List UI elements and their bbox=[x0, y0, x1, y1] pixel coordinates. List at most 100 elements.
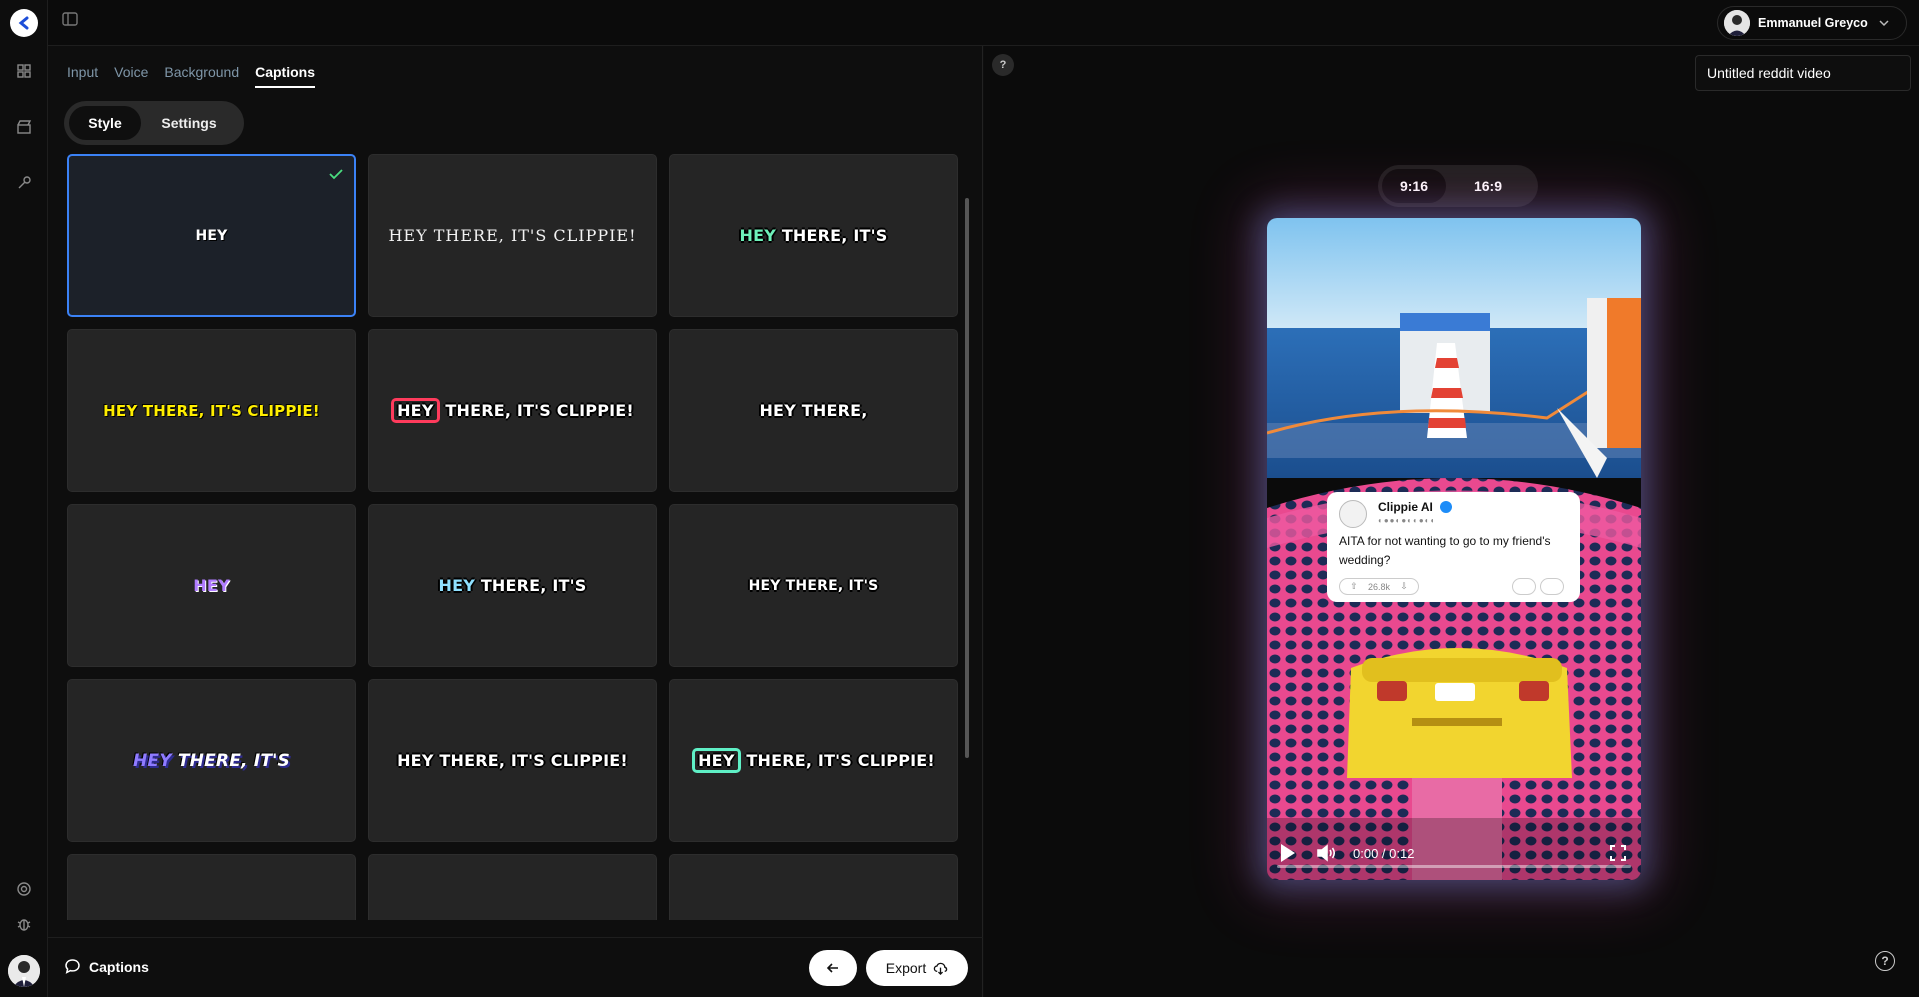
caption-style-card[interactable]: HEY THERE, IT'S CLIPPIE! bbox=[368, 154, 657, 317]
caption-style-card[interactable]: HEY bbox=[67, 154, 356, 317]
caption-highlight: HEY bbox=[739, 226, 777, 245]
app-root: Emmanuel Greyco Input Voice Background C… bbox=[0, 0, 1919, 997]
check-icon bbox=[329, 169, 343, 180]
bug-icon[interactable] bbox=[12, 912, 36, 936]
progress-bar[interactable] bbox=[1277, 865, 1631, 868]
caption-style-card[interactable]: HEY THERE, IT'S CLIPPIE! bbox=[368, 329, 657, 492]
clapperboard-icon[interactable] bbox=[12, 115, 36, 139]
verified-badge-icon bbox=[1440, 501, 1452, 513]
caption-highlight: HEY bbox=[133, 750, 172, 771]
tab-captions[interactable]: Captions bbox=[255, 64, 315, 88]
caption-style-card[interactable]: HEY THERE, IT'S bbox=[368, 504, 657, 667]
caption-style-card[interactable]: HEY THERE, IT'S CLIPPIE! bbox=[67, 329, 356, 492]
sidebar-toggle-icon[interactable] bbox=[61, 10, 79, 28]
user-menu[interactable]: Emmanuel Greyco bbox=[1717, 6, 1907, 40]
video-preview[interactable]: Clippie AI ◐●●◐●◐◐●◐◐ AITA for not wanti… bbox=[1267, 218, 1641, 880]
rail-avatar[interactable] bbox=[8, 955, 40, 987]
caption-preview: HEY THERE, IT'S bbox=[740, 226, 888, 245]
help-circle-icon[interactable]: ? bbox=[1875, 951, 1895, 971]
playback-time: 0:00 / 0:12 bbox=[1353, 846, 1415, 861]
tools-icon[interactable] bbox=[12, 171, 36, 195]
help-button[interactable]: ? bbox=[992, 54, 1014, 76]
caption-highlight: HEY bbox=[391, 398, 440, 423]
post-avatar bbox=[1339, 500, 1367, 528]
caption-style-grid: HEY HEY THERE, IT'S CLIPPIE! HEY THERE, … bbox=[67, 154, 959, 920]
editor-bottom-bar: Captions Export bbox=[48, 937, 983, 997]
player-controls: 0:00 / 0:12 bbox=[1267, 820, 1641, 880]
vote-bar: ⇧ 26.8k ⇩ bbox=[1339, 578, 1419, 595]
ratio-16-9-button[interactable]: 16:9 bbox=[1446, 169, 1530, 203]
top-bar: Emmanuel Greyco bbox=[48, 0, 1919, 46]
caption-preview: HEY THERE, IT'S CLIPPIE! bbox=[692, 748, 935, 773]
post-author: Clippie AI bbox=[1378, 500, 1433, 514]
caption-style-card[interactable]: HEY THERE, bbox=[669, 329, 958, 492]
caption-preview: HEY THERE, bbox=[759, 401, 868, 420]
caption-preview: HEY THERE, IT'S CLIPPIE! bbox=[388, 226, 637, 245]
caption-highlight: HEY bbox=[438, 576, 476, 595]
editor-tabs: Input Voice Background Captions bbox=[67, 64, 315, 88]
logo-icon bbox=[18, 16, 29, 30]
caption-style-card[interactable]: HEY THERE, IT'S CLIPPIE! bbox=[368, 679, 657, 842]
share-icon bbox=[1540, 578, 1564, 595]
editor-panel: Input Voice Background Captions Style Se… bbox=[48, 46, 983, 997]
dashboard-icon[interactable] bbox=[12, 59, 36, 83]
comment-icon bbox=[1512, 578, 1536, 595]
play-icon[interactable] bbox=[1281, 844, 1295, 862]
video-title-input[interactable] bbox=[1695, 55, 1911, 91]
support-icon[interactable] bbox=[12, 877, 36, 901]
caption-preview: HEY bbox=[195, 227, 228, 244]
volume-icon[interactable] bbox=[1315, 842, 1337, 864]
reddit-post-card: Clippie AI ◐●●◐●◐◐●◐◐ AITA for not wanti… bbox=[1327, 492, 1580, 602]
section-label: Captions bbox=[89, 958, 149, 975]
style-settings-toggle: Style Settings bbox=[64, 101, 244, 145]
tab-input[interactable]: Input bbox=[67, 64, 98, 88]
caption-style-card[interactable] bbox=[67, 854, 356, 920]
caption-highlight: HEY bbox=[692, 748, 741, 773]
back-button[interactable] bbox=[809, 950, 857, 986]
section-indicator: Captions bbox=[64, 958, 149, 975]
upvote-icon: ⇧ bbox=[1350, 581, 1358, 591]
caption-preview: HEY THERE, IT'S bbox=[748, 577, 879, 594]
user-name: Emmanuel Greyco bbox=[1758, 16, 1868, 30]
export-button[interactable]: Export bbox=[866, 950, 968, 986]
caption-rest: THERE, IT'S CLIPPIE! bbox=[740, 751, 935, 770]
caption-style-card[interactable]: HEY THERE, IT'S bbox=[67, 679, 356, 842]
caption-preview: HEY THERE, IT'S bbox=[133, 751, 290, 771]
post-awards: ◐●●◐●◐◐●◐◐ bbox=[1378, 516, 1437, 525]
caption-style-card[interactable]: HEY bbox=[67, 504, 356, 667]
settings-button[interactable]: Settings bbox=[141, 106, 237, 140]
export-label: Export bbox=[885, 960, 927, 976]
aspect-ratio-toggle: 9:16 16:9 bbox=[1378, 165, 1538, 207]
caption-rest: THERE, IT'S bbox=[171, 750, 290, 771]
caption-style-card[interactable]: HEY THERE, IT'S bbox=[669, 504, 958, 667]
chevron-down-icon bbox=[1879, 20, 1889, 27]
tab-voice[interactable]: Voice bbox=[114, 64, 148, 88]
caption-style-card[interactable]: HEY THERE, IT'S bbox=[669, 154, 958, 317]
post-title: AITA for not wanting to go to my friend'… bbox=[1339, 534, 1551, 567]
cloud-download-icon bbox=[933, 962, 948, 975]
ratio-9-16-button[interactable]: 9:16 bbox=[1382, 169, 1446, 203]
arrow-left-icon bbox=[826, 963, 838, 973]
grid-scrollbar[interactable] bbox=[965, 198, 969, 758]
caption-rest: THERE, IT'S bbox=[776, 226, 888, 245]
caption-style-card[interactable] bbox=[368, 854, 657, 920]
vote-count: 26.8k bbox=[1367, 581, 1390, 592]
downvote-icon: ⇩ bbox=[1400, 581, 1408, 591]
fullscreen-icon[interactable] bbox=[1609, 844, 1627, 862]
caption-preview: HEY THERE, IT'S CLIPPIE! bbox=[103, 401, 320, 420]
caption-rest: THERE, IT'S bbox=[475, 576, 587, 595]
caption-preview: HEY THERE, IT'S bbox=[439, 576, 587, 595]
caption-style-card[interactable] bbox=[669, 854, 958, 920]
preview-panel: ? 9:16 16:9 bbox=[984, 46, 1919, 997]
caption-preview: HEY bbox=[193, 576, 230, 595]
clippie-logo[interactable] bbox=[10, 9, 38, 37]
caption-preview: HEY THERE, IT'S CLIPPIE! bbox=[397, 751, 628, 770]
style-button[interactable]: Style bbox=[69, 106, 141, 140]
speech-bubble-icon bbox=[65, 959, 80, 974]
caption-style-card[interactable]: HEY THERE, IT'S CLIPPIE! bbox=[669, 679, 958, 842]
user-avatar bbox=[1724, 10, 1750, 36]
caption-rest: THERE, IT'S CLIPPIE! bbox=[439, 401, 634, 420]
tab-background[interactable]: Background bbox=[164, 64, 239, 88]
caption-preview: HEY THERE, IT'S CLIPPIE! bbox=[391, 398, 634, 423]
left-rail bbox=[0, 0, 48, 997]
